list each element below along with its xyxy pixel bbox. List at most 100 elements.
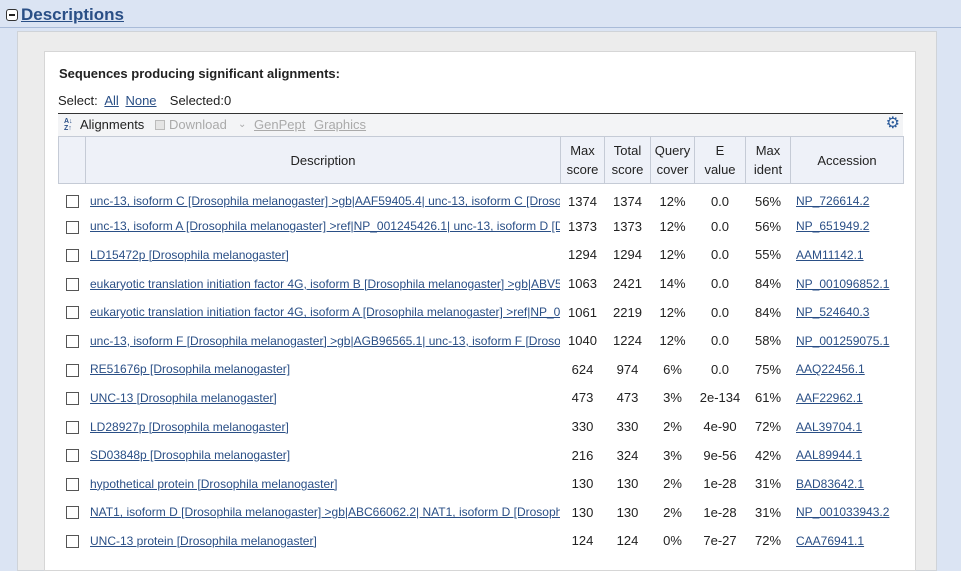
total-score-cell: 124 <box>604 526 651 556</box>
row-checkbox[interactable] <box>65 195 79 209</box>
sort-icon[interactable]: A↓ Z↑ <box>64 118 76 132</box>
select-none-link[interactable]: None <box>125 93 156 108</box>
description-link[interactable]: eukaryotic translation initiation factor… <box>90 277 560 291</box>
description-link[interactable]: LD28927p [Drosophila melanogaster] <box>90 420 289 434</box>
description-link[interactable]: unc-13, isoform A [Drosophila melanogast… <box>90 219 560 233</box>
query-cover-cell: 3% <box>650 440 695 470</box>
results-table: Description Max score Total score Query cov… <box>58 136 904 556</box>
row-checkbox[interactable] <box>65 277 79 291</box>
max-ident-cell: 84% <box>745 269 791 298</box>
alignments-button[interactable]: Alignments <box>80 117 144 132</box>
row-checkbox[interactable] <box>65 334 79 348</box>
section-title[interactable]: Descriptions <box>21 5 124 25</box>
accession-link[interactable]: NP_651949.2 <box>796 219 869 233</box>
description-link[interactable]: LD15472p [Drosophila melanogaster] <box>90 248 289 262</box>
row-checkbox[interactable] <box>65 420 79 434</box>
row-checkbox[interactable] <box>65 392 79 406</box>
description-link[interactable]: UNC-13 protein [Drosophila melanogaster] <box>90 534 317 548</box>
accession-link[interactable]: AAM11142.1 <box>796 248 864 262</box>
accession-link[interactable]: NP_524640.3 <box>796 305 869 319</box>
accession-link[interactable]: CAA76941.1 <box>796 534 864 548</box>
accession-link[interactable]: NP_001259075.1 <box>796 334 889 348</box>
accession-link[interactable]: AAL39704.1 <box>796 420 862 434</box>
description-link[interactable]: unc-13, isoform C [Drosophila melanogast… <box>90 194 560 208</box>
row-checkbox-cell <box>58 326 86 356</box>
accession-link[interactable]: NP_001033943.2 <box>796 505 889 519</box>
chevron-down-icon[interactable]: ⌄ <box>238 119 246 130</box>
description-cell: SD03848p [Drosophila melanogaster] <box>85 440 561 470</box>
select-all-link[interactable]: All <box>104 93 118 108</box>
accession-cell: AAQ22456.1 <box>790 355 904 384</box>
row-checkbox-cell <box>58 412 86 441</box>
e-value-cell: 9e-56 <box>694 440 746 470</box>
row-checkbox[interactable] <box>65 306 79 320</box>
description-cell: UNC-13 [Drosophila melanogaster] <box>85 383 561 413</box>
results-title: Sequences producing significant alignmen… <box>59 66 340 81</box>
accession-link[interactable]: NP_001096852.1 <box>796 277 889 291</box>
column-header-description[interactable]: Description <box>85 136 561 184</box>
description-cell: unc-13, isoform A [Drosophila melanogast… <box>85 212 561 241</box>
column-header-e-value[interactable]: Evalue <box>694 136 746 184</box>
max-ident-cell: 31% <box>745 498 791 527</box>
accession-cell: AAF22962.1 <box>790 383 904 413</box>
accession-link[interactable]: AAL89944.1 <box>796 448 862 462</box>
e-value-cell: 0.0 <box>694 240 746 270</box>
description-cell: RE51676p [Drosophila melanogaster] <box>85 355 561 384</box>
query-cover-cell: 12% <box>650 326 695 356</box>
description-link[interactable]: RE51676p [Drosophila melanogaster] <box>90 362 290 376</box>
e-value-cell: 0.0 <box>694 326 746 356</box>
row-checkbox[interactable] <box>65 363 79 377</box>
column-header-query-cover[interactable]: Query cover <box>650 136 695 184</box>
collapse-icon[interactable] <box>6 9 18 21</box>
description-link[interactable]: unc-13, isoform F [Drosophila melanogast… <box>90 334 560 348</box>
row-checkbox[interactable] <box>65 449 79 463</box>
select-label: Select: <box>58 93 98 108</box>
table-row: LD28927p [Drosophila melanogaster] 330 330… <box>58 412 904 441</box>
description-link[interactable]: UNC-13 [Drosophila melanogaster] <box>90 391 277 405</box>
max-score-cell: 1373 <box>560 212 605 241</box>
row-checkbox[interactable] <box>65 220 79 234</box>
table-row: RE51676p [Drosophila melanogaster] 624 974… <box>58 355 904 384</box>
accession-link[interactable]: BAD83642.1 <box>796 477 864 491</box>
e-value-cell: 0.0 <box>694 212 746 241</box>
row-checkbox-cell <box>58 498 86 527</box>
e-value-cell: 4e-90 <box>694 412 746 441</box>
description-link[interactable]: SD03848p [Drosophila melanogaster] <box>90 448 290 462</box>
accession-link[interactable]: NP_726614.2 <box>796 194 869 208</box>
max-ident-cell: 31% <box>745 469 791 499</box>
row-checkbox[interactable] <box>65 535 79 549</box>
column-header-max-ident[interactable]: Max ident <box>745 136 791 184</box>
results-body: unc-13, isoform C [Drosophila melanogast… <box>58 183 904 556</box>
description-link[interactable]: hypothetical protein [Drosophila melanog… <box>90 477 337 491</box>
max-ident-cell: 72% <box>745 412 791 441</box>
row-checkbox[interactable] <box>65 477 79 491</box>
row-checkbox[interactable] <box>65 506 79 520</box>
max-ident-cell: 42% <box>745 440 791 470</box>
accession-cell: NP_001096852.1 <box>790 269 904 298</box>
max-score-cell: 130 <box>560 469 605 499</box>
accession-cell: AAL39704.1 <box>790 412 904 441</box>
table-row: NAT1, isoform D [Drosophila melanogaster… <box>58 498 904 527</box>
query-cover-cell: 2% <box>650 498 695 527</box>
table-row: LD15472p [Drosophila melanogaster] 1294 12… <box>58 240 904 270</box>
select-bar: Select: All None Selected:0 <box>58 93 231 108</box>
row-checkbox-cell <box>58 469 86 499</box>
genpept-link[interactable]: GenPept <box>254 117 305 132</box>
descriptions-header[interactable]: Descriptions <box>6 4 124 26</box>
column-header-accession[interactable]: Accession <box>790 136 904 184</box>
graphics-link[interactable]: Graphics <box>314 117 366 132</box>
column-header-total-score[interactable]: Total score <box>604 136 651 184</box>
description-cell: unc-13, isoform F [Drosophila melanogast… <box>85 326 561 356</box>
description-link[interactable]: NAT1, isoform D [Drosophila melanogaster… <box>90 505 560 519</box>
column-header-max-score[interactable]: Max score <box>560 136 605 184</box>
gear-icon[interactable]: ⚙ <box>886 116 900 132</box>
row-checkbox[interactable] <box>65 249 79 263</box>
row-checkbox-cell <box>58 183 86 213</box>
e-value-cell: 1e-28 <box>694 498 746 527</box>
description-link[interactable]: eukaryotic translation initiation factor… <box>90 305 560 319</box>
max-ident-cell: 84% <box>745 297 791 327</box>
description-cell: eukaryotic translation initiation factor… <box>85 297 561 327</box>
accession-link[interactable]: AAF22962.1 <box>796 391 863 405</box>
download-button[interactable]: Download <box>169 117 227 132</box>
accession-link[interactable]: AAQ22456.1 <box>796 362 865 376</box>
